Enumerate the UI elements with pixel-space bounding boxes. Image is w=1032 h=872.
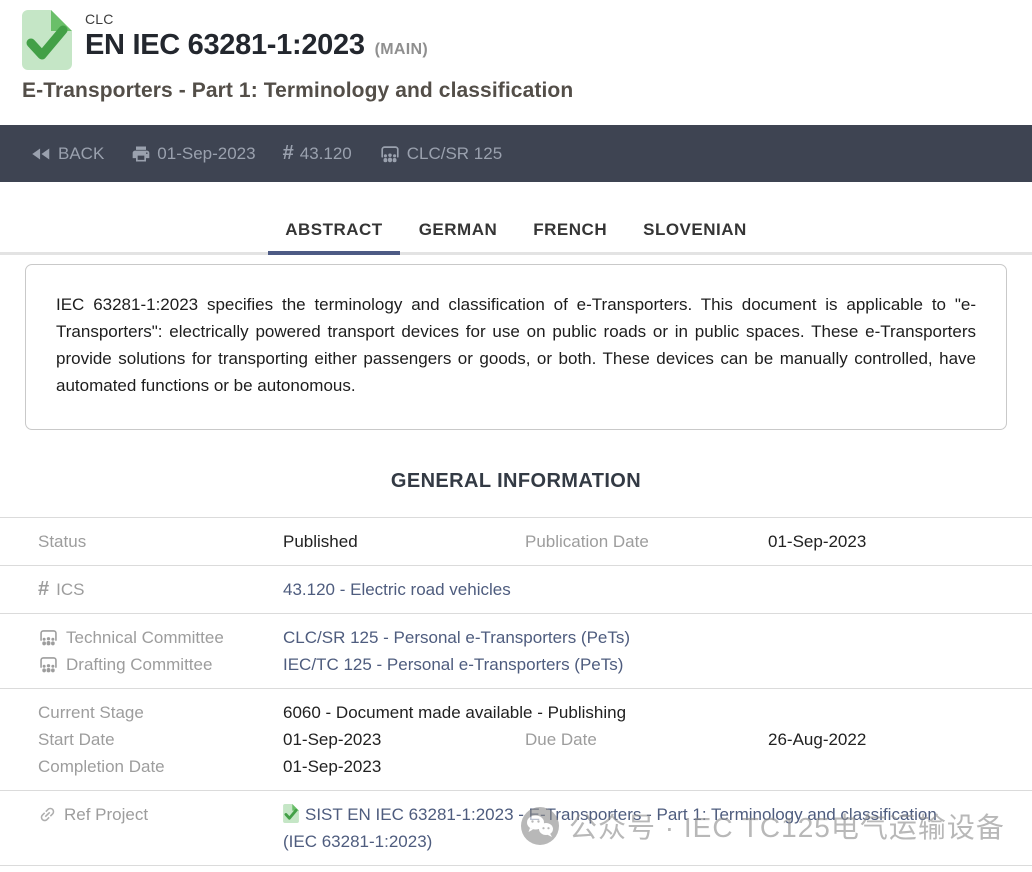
ref-project-link-text: SIST EN IEC 63281-1:2023 - E-Transporter…: [283, 805, 937, 851]
committee-label: CLC/SR 125: [407, 144, 502, 164]
table-row-ics: # ICS 43.120 - Electric road vehicles: [0, 565, 1032, 613]
status-value: Published: [283, 528, 525, 555]
ref-project-link[interactable]: SIST EN IEC 63281-1:2023 - E-Transporter…: [283, 801, 938, 855]
hash-icon: #: [38, 576, 49, 603]
current-stage-value: 6060 - Document made available - Publish…: [283, 699, 1012, 726]
due-date-value: 26-Aug-2022: [768, 726, 1012, 753]
document-subtitle: E-Transporters - Part 1: Terminology and…: [22, 79, 1008, 103]
drafting-committee-label: Drafting Committee: [66, 651, 212, 678]
ics-label: ICS: [56, 576, 84, 603]
document-check-icon: [22, 10, 72, 70]
organization-label: CLC: [85, 11, 428, 27]
publication-date-value: 01-Sep-2023: [768, 528, 1012, 555]
status-label: Status: [38, 528, 86, 555]
publication-date-item[interactable]: 01-Sep-2023: [131, 144, 255, 164]
rewind-icon: [30, 143, 52, 165]
tab-german[interactable]: GERMAN: [402, 208, 515, 255]
publication-date-label: 01-Sep-2023: [157, 144, 255, 164]
document-header: CLC EN IEC 63281-1:2023 (MAIN) E-Transpo…: [0, 0, 1032, 125]
tab-slovenian[interactable]: SLOVENIAN: [626, 208, 764, 255]
hash-icon: #: [283, 142, 294, 165]
general-information-table: Status Published Publication Date 01-Sep…: [0, 517, 1032, 866]
drafting-committee-link[interactable]: IEC/TC 125 - Personal e-Transporters (Pe…: [283, 651, 1012, 678]
table-row-status: Status Published Publication Date 01-Sep…: [0, 517, 1032, 565]
tab-french[interactable]: FRENCH: [516, 208, 624, 255]
main-badge: (MAIN): [375, 41, 428, 59]
current-stage-label: Current Stage: [38, 699, 144, 726]
table-row-current-stage: Current Stage 6060 - Document made avail…: [0, 688, 1032, 790]
general-information-heading: GENERAL INFORMATION: [0, 470, 1032, 493]
ref-project-label: Ref Project: [64, 801, 148, 828]
language-tabs: ABSTRACT GERMAN FRENCH SLOVENIAN: [0, 208, 1032, 255]
committee-group-icon: [38, 654, 59, 675]
due-date-label: Due Date: [525, 726, 597, 753]
start-date-value: 01-Sep-2023: [283, 726, 525, 753]
document-check-icon: [283, 804, 299, 823]
committee-group-icon: [379, 143, 401, 165]
completion-date-label: Completion Date: [38, 753, 165, 780]
start-date-label: Start Date: [38, 726, 115, 753]
printer-icon: [131, 144, 151, 164]
link-icon: [38, 805, 57, 824]
ics-code-item[interactable]: # 43.120: [283, 142, 352, 165]
back-label: BACK: [58, 144, 104, 164]
back-button[interactable]: BACK: [30, 143, 104, 165]
completion-date-value: 01-Sep-2023: [283, 753, 525, 780]
publication-date-field-label: Publication Date: [525, 528, 649, 555]
technical-committee-label: Technical Committee: [66, 624, 224, 651]
table-row-ref-project: Ref Project SIST EN IEC 63281-1:2023 - E…: [0, 790, 1032, 866]
committee-group-icon: [38, 627, 59, 648]
technical-committee-link[interactable]: CLC/SR 125 - Personal e-Transporters (Pe…: [283, 624, 1012, 651]
page-title: EN IEC 63281-1:2023: [85, 29, 365, 62]
abstract-panel: IEC 63281-1:2023 specifies the terminolo…: [25, 264, 1007, 430]
committee-item[interactable]: CLC/SR 125: [379, 143, 502, 165]
tab-abstract[interactable]: ABSTRACT: [268, 208, 400, 255]
table-row-committees: Technical Committee Drafting Committee C…: [0, 613, 1032, 688]
ics-code-label: 43.120: [300, 144, 352, 164]
ics-value-link[interactable]: 43.120 - Electric road vehicles: [283, 576, 1012, 603]
toolbar: BACK 01-Sep-2023 # 43.120 CLC/SR 125: [0, 125, 1032, 182]
